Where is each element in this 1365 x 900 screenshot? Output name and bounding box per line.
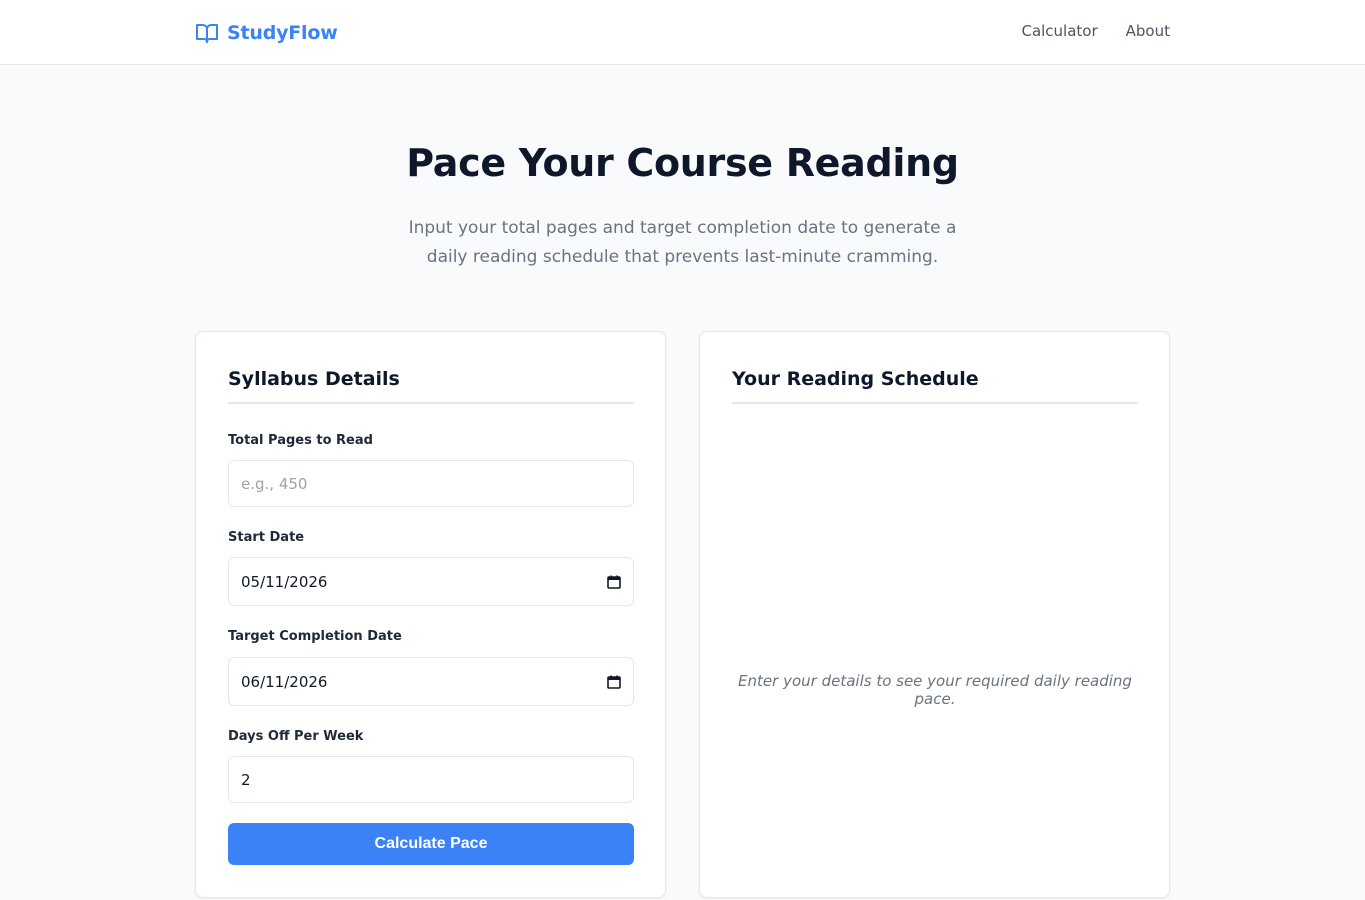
syllabus-details-card: Syllabus Details Total Pages to Read e.g… [195,331,666,898]
schedule-empty-message: Enter your details to see your required … [738,672,1132,708]
days-off-value: 2 [241,770,251,789]
total-pages-input[interactable]: e.g., 450 [228,460,634,507]
calendar-icon[interactable] [607,675,621,689]
page-subtitle: Input your total pages and target comple… [408,218,957,267]
target-date-value: 06/11/2026 [241,672,328,691]
target-date-input[interactable]: 06/11/2026 [228,657,634,706]
page-title: Pace Your Course Reading [406,141,959,185]
start-date-value: 05/11/2026 [241,572,328,591]
nav-link-about[interactable]: About [1126,22,1170,40]
reading-schedule-title: Your Reading Schedule [732,368,1138,404]
days-off-input[interactable]: 2 [228,756,634,803]
start-date-label: Start Date [228,530,305,545]
nav-link-calculator[interactable]: Calculator [1021,22,1097,40]
navbar: StudyFlow Calculator About [0,0,1365,65]
start-date-input[interactable]: 05/11/2026 [228,557,634,606]
target-date-label: Target Completion Date [228,629,402,644]
brand-logo-link[interactable]: StudyFlow [195,19,338,47]
total-pages-placeholder: e.g., 450 [241,474,308,493]
calendar-icon[interactable] [607,575,621,589]
calculate-pace-button[interactable]: Calculate Pace [228,823,634,865]
reading-schedule-card: Your Reading Schedule Enter your details… [699,331,1170,898]
days-off-label: Days Off Per Week [228,729,364,744]
nav-links: Calculator About [1021,22,1170,40]
syllabus-details-title: Syllabus Details [228,368,634,404]
total-pages-label: Total Pages to Read [228,433,373,448]
hero: Pace Your Course Reading Input your tota… [0,140,1365,272]
open-book-icon [195,22,219,44]
brand-name: StudyFlow [227,22,338,44]
